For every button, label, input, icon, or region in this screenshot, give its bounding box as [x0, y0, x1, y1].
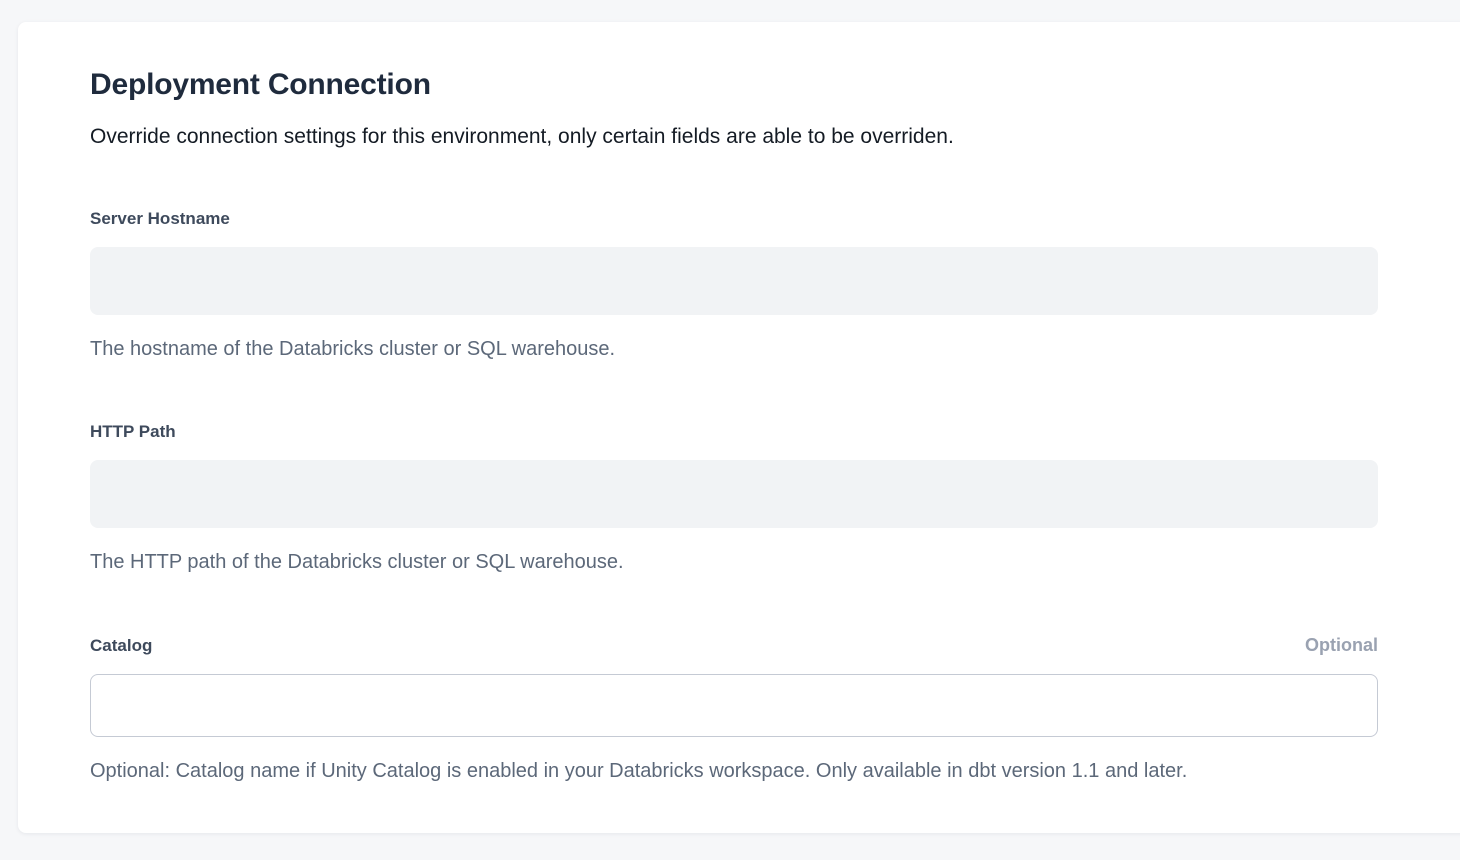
- catalog-input[interactable]: [90, 674, 1378, 737]
- deployment-connection-card: Deployment Connection Override connectio…: [18, 22, 1460, 833]
- catalog-optional-tag: Optional: [1305, 634, 1378, 656]
- card-content: Deployment Connection Override connectio…: [18, 22, 1378, 783]
- server-hostname-label-row: Server Hostname: [90, 208, 1378, 230]
- catalog-help: Optional: Catalog name if Unity Catalog …: [90, 759, 1378, 783]
- http-path-label-row: HTTP Path: [90, 421, 1378, 443]
- page-subtitle: Override connection settings for this en…: [90, 124, 1378, 150]
- server-hostname-input: [90, 247, 1378, 315]
- http-path-help: The HTTP path of the Databricks cluster …: [90, 550, 1378, 574]
- http-path-label: HTTP Path: [90, 421, 176, 443]
- catalog-label-row: Catalog Optional: [90, 634, 1378, 657]
- field-server-hostname: Server Hostname The hostname of the Data…: [90, 208, 1378, 361]
- server-hostname-label: Server Hostname: [90, 208, 230, 230]
- page-title: Deployment Connection: [90, 66, 1378, 104]
- field-http-path: HTTP Path The HTTP path of the Databrick…: [90, 421, 1378, 574]
- http-path-input: [90, 460, 1378, 528]
- server-hostname-help: The hostname of the Databricks cluster o…: [90, 337, 1378, 361]
- catalog-label: Catalog: [90, 635, 152, 657]
- field-catalog: Catalog Optional Optional: Catalog name …: [90, 634, 1378, 783]
